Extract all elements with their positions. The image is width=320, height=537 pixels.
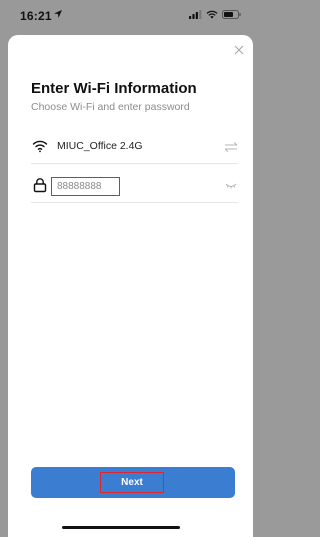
page-title: Enter Wi-Fi Information bbox=[31, 80, 197, 97]
eye-closed-icon[interactable] bbox=[225, 182, 237, 190]
wifi-network-row[interactable]: MIUC_Office 2.4G bbox=[31, 133, 238, 164]
next-button-label: Next bbox=[100, 472, 164, 493]
next-button[interactable]: Next bbox=[31, 467, 235, 498]
home-indicator[interactable] bbox=[62, 526, 180, 529]
password-row bbox=[31, 172, 238, 203]
wifi-icon bbox=[32, 140, 48, 153]
wifi-network-name: MIUC_Office 2.4G bbox=[57, 140, 143, 152]
app-screen: 16:21 Enter Wi-Fi Information Choose Wi-… bbox=[0, 0, 261, 537]
wifi-icon bbox=[206, 10, 218, 19]
lock-icon bbox=[33, 178, 47, 193]
location-arrow-icon bbox=[54, 10, 62, 18]
status-icons bbox=[189, 10, 241, 19]
close-icon[interactable] bbox=[232, 43, 246, 57]
cellular-signal-icon bbox=[189, 10, 202, 19]
status-bar: 16:21 bbox=[0, 0, 261, 34]
battery-icon bbox=[222, 10, 241, 19]
wifi-info-sheet: Enter Wi-Fi Information Choose Wi-Fi and… bbox=[8, 35, 253, 537]
page-subtitle: Choose Wi-Fi and enter password bbox=[31, 101, 190, 113]
switch-network-icon[interactable] bbox=[224, 141, 238, 153]
status-time: 16:21 bbox=[20, 9, 52, 23]
password-input[interactable] bbox=[51, 177, 120, 196]
